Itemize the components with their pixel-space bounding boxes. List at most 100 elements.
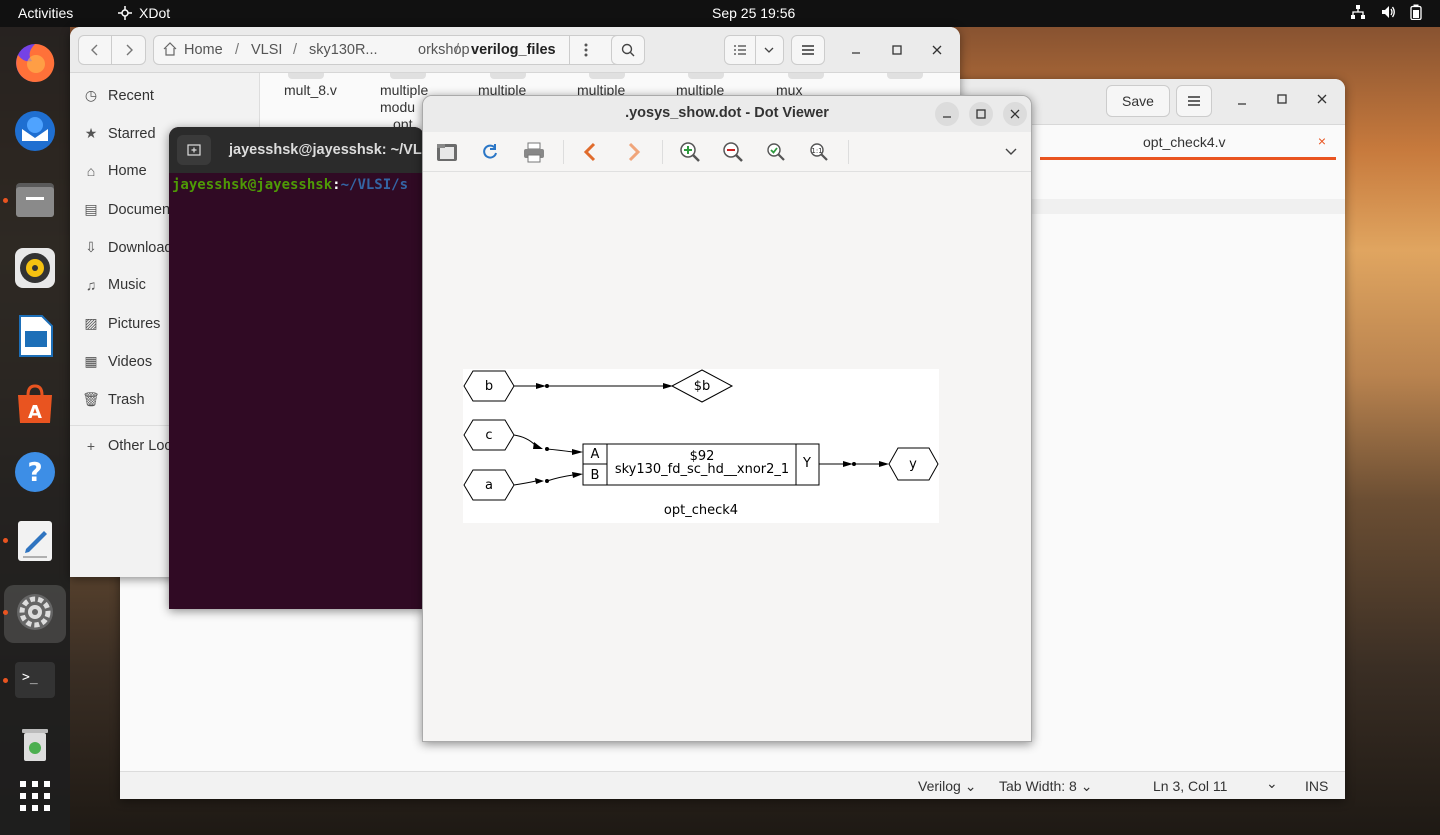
sidebar-item-documents[interactable]: ▤ Documen [82,201,170,218]
firefox-icon[interactable] [12,39,58,85]
position-dropdown-icon[interactable]: ⌄ [1266,775,1278,792]
sidebar-label: Videos [108,353,153,370]
breadcrumb-verilog-files[interactable]: verilog_files [471,35,556,65]
node-b-out-label: $b [694,379,711,394]
help-icon[interactable]: ? [12,449,58,495]
sidebar-item-trash[interactable]: 🗑 Trash [82,391,144,408]
thunderbird-icon[interactable] [12,107,58,153]
sidebar-item-recent[interactable]: ◷ Recent [82,87,154,104]
terminal-prompt[interactable]: jayesshsk@jayesshsk:~/VLSI/s [172,177,408,193]
breadcrumb-workshop[interactable]: orkshop [418,35,470,65]
breadcrumb-home[interactable]: Home [184,35,223,65]
zoom-fit-button[interactable] [761,138,791,166]
top-bar: Activities XDot Sep 25 19:56 [0,0,1440,27]
graph-canvas[interactable]: b $b c a A B $92 sky130_fd_sc_hd__xnor2_… [463,369,939,523]
chevron-right-icon [628,142,641,162]
insert-mode[interactable]: INS [1305,778,1328,794]
new-tab-button[interactable] [177,135,211,165]
system-tray[interactable] [1350,4,1422,20]
settings-icon[interactable] [12,589,58,635]
music-icon: ♫ [85,277,97,293]
toolbar-separator [848,140,849,164]
editor-statusbar: Verilog ⌄ Tab Width: 8 ⌄ Ln 3, Col 11 ⌄ … [120,771,1345,799]
file-icon[interactable] [288,73,324,79]
file-icon[interactable] [390,73,426,79]
list-icon [733,45,746,55]
text-editor-icon[interactable] [12,517,58,563]
chevron-left-icon [91,44,98,56]
port-a-label: A [591,447,600,462]
chevron-right-icon [126,44,133,56]
tab-width-selector[interactable]: Tab Width: 8 ⌄ [999,778,1092,795]
tab-close-icon[interactable]: × [1318,133,1326,149]
save-button[interactable]: Save [1106,85,1170,117]
breadcrumb-sep: / [235,42,240,58]
tab-opt-check4[interactable]: opt_check4.v × [1040,126,1336,160]
back-button[interactable] [79,36,113,64]
view-options-button[interactable] [756,36,783,64]
open-file-button[interactable] [432,138,462,166]
zoom-out-button[interactable] [718,138,748,166]
view-buttons [724,35,784,65]
files-menu-button[interactable] [791,35,825,65]
breadcrumb-sky130[interactable]: sky130R... [309,35,378,65]
minimize-button[interactable] [1230,89,1254,113]
files-icon[interactable] [12,177,58,223]
zoom-in-icon [680,142,700,162]
sidebar-item-home[interactable]: ⌂ Home [82,163,147,179]
maximize-button[interactable] [885,38,909,62]
search-button[interactable] [611,35,645,65]
maximize-icon [1277,94,1287,104]
nav-buttons [78,35,146,65]
back-button[interactable] [575,138,605,166]
minimize-button[interactable] [935,102,959,126]
file-label[interactable]: multiple [380,82,428,98]
file-icon[interactable] [490,73,526,79]
file-icon[interactable] [688,73,724,79]
language-selector[interactable]: Verilog ⌄ [918,778,976,795]
toolbar-overflow-button[interactable] [996,138,1026,166]
chevron-down-icon [765,47,774,53]
forward-button[interactable] [112,36,145,64]
chevron-down-icon [1005,148,1017,155]
close-button[interactable] [925,38,949,62]
print-button[interactable] [519,138,549,166]
sidebar-item-other-locations[interactable]: + Other Loc [82,438,172,454]
sidebar-item-videos[interactable]: ▦ Videos [82,353,152,370]
network-icon [1351,5,1365,19]
sidebar-item-downloads[interactable]: ⇩ Download [82,239,172,256]
close-button[interactable] [1310,87,1334,111]
cursor-position[interactable]: Ln 3, Col 11 [1153,778,1227,794]
sidebar-item-music[interactable]: ♫ Music [82,277,146,293]
close-button[interactable] [1003,102,1027,126]
minimize-button[interactable] [844,38,868,62]
trash-icon[interactable] [12,721,58,767]
zoom-100-button[interactable]: 1:1 [804,138,834,166]
sidebar-item-starred[interactable]: ★ Starred [82,125,156,142]
zoom-in-button[interactable] [675,138,705,166]
writer-icon[interactable] [12,313,58,359]
maximize-button[interactable] [969,102,993,126]
list-view-button[interactable] [725,36,756,64]
maximize-button[interactable] [1270,87,1294,111]
breadcrumb-vlsi[interactable]: VLSI [251,35,282,65]
activities-button[interactable]: Activities [18,5,73,21]
clock[interactable]: Sep 25 19:56 [712,5,795,21]
reload-button[interactable] [475,138,505,166]
terminal-icon[interactable]: >_ [12,657,58,703]
tab-label: opt_check4.v [1143,134,1226,150]
sidebar-item-pictures[interactable]: ▨ Pictures [82,315,160,332]
clock-icon: ◷ [84,87,98,103]
editor-menu-button[interactable] [1176,85,1212,117]
trash-icon: 🗑 [82,391,100,407]
file-icon[interactable] [887,73,923,79]
app-center-icon[interactable]: A [12,381,58,427]
file-label[interactable]: mult_8.v [284,82,337,98]
rhythmbox-icon[interactable] [12,245,58,291]
file-icon[interactable] [589,73,625,79]
app-menu[interactable]: XDot [117,5,170,21]
file-icon[interactable] [788,73,824,79]
path-menu-button[interactable] [569,35,601,65]
forward-button[interactable] [619,138,649,166]
show-apps-icon[interactable] [12,773,58,819]
